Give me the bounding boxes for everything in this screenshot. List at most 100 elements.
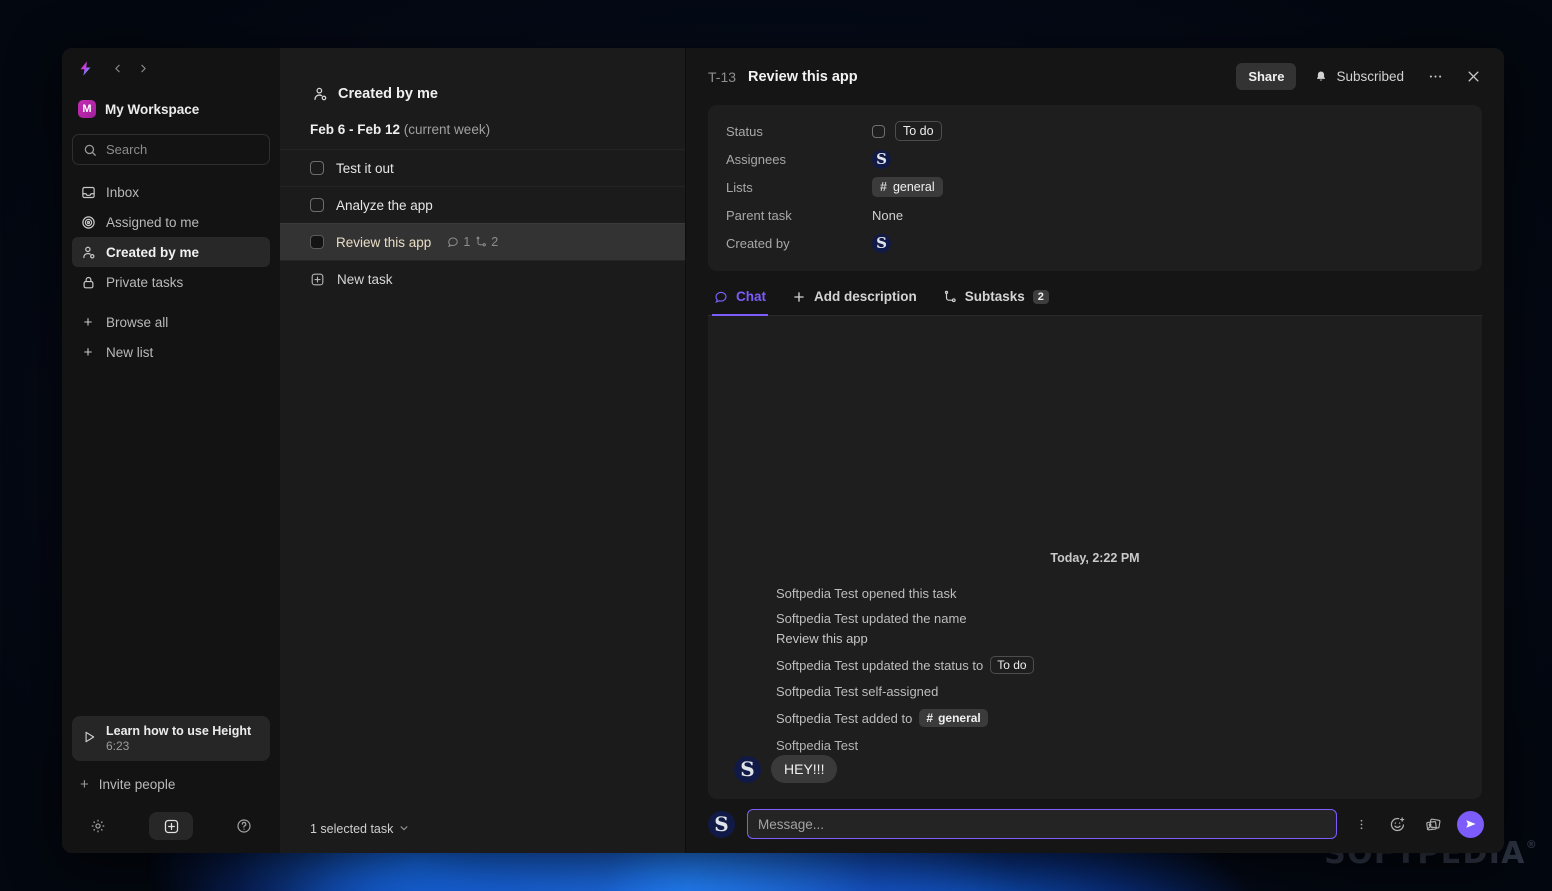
share-button[interactable]: Share <box>1236 63 1297 90</box>
event-text: Softpedia Test opened this task <box>776 586 957 601</box>
gear-icon[interactable] <box>84 812 112 840</box>
chat-message-author: Softpedia Test <box>776 738 859 753</box>
task-subtask-count: 2 <box>475 235 498 249</box>
subtasks-count-badge: 2 <box>1032 289 1049 304</box>
detail-tabs: Chat Add description Subtasks 2 <box>708 283 1482 316</box>
subscribed-button[interactable]: Subscribed <box>1308 64 1410 89</box>
sidebar: M My Workspace Search Inbox Assigned to … <box>62 48 280 853</box>
chat-bubble-icon <box>714 290 728 304</box>
sidebar-item-private-tasks[interactable]: Private tasks <box>72 267 270 297</box>
avatar[interactable]: S <box>872 149 891 169</box>
chat-feed: Today, 2:22 PM Softpedia Test opened thi… <box>708 316 1482 799</box>
workspace-badge: M <box>78 100 96 118</box>
property-label: Created by <box>726 235 790 251</box>
sidebar-item-label: New list <box>106 344 154 360</box>
chat-message: S HEY!!! <box>708 755 1482 787</box>
chat-system-event: Softpedia Test updated the name <box>708 606 1482 631</box>
image-stack-icon[interactable] <box>1421 812 1445 836</box>
chat-system-event: Softpedia Test added to # general <box>708 704 1482 732</box>
sidebar-item-assigned-to-me[interactable]: Assigned to me <box>72 207 270 237</box>
task-checkbox[interactable] <box>310 198 324 212</box>
parent-task-value: None <box>872 207 904 223</box>
sidebar-item-label: Private tasks <box>106 274 184 290</box>
tab-chat[interactable]: Chat <box>712 283 768 316</box>
invite-people-button[interactable]: + Invite people <box>72 769 270 799</box>
status-badge[interactable]: To do <box>895 121 942 141</box>
property-value: S <box>872 233 891 253</box>
plus-square-icon[interactable] <box>149 812 193 840</box>
list-badge: # general <box>919 709 988 727</box>
property-value[interactable]: None <box>872 208 903 223</box>
task-detail-header: T-13 Review this app Share Subscribed <box>686 48 1504 105</box>
list-badge[interactable]: # general <box>872 177 943 197</box>
chat-date-divider: Today, 2:22 PM <box>1050 551 1140 565</box>
sidebar-item-browse-all[interactable]: + Browse all <box>72 307 270 337</box>
ellipsis-icon[interactable] <box>1422 64 1448 90</box>
task-checkbox[interactable] <box>310 161 324 175</box>
chevron-right-icon[interactable] <box>132 57 154 79</box>
message-composer: S <box>686 799 1504 853</box>
emoji-add-icon[interactable] <box>1385 812 1409 836</box>
tab-subtasks[interactable]: Subtasks 2 <box>941 283 1051 316</box>
property-row-created-by: Created by S <box>708 229 1482 257</box>
new-task-button[interactable]: New task <box>280 260 685 297</box>
send-button[interactable] <box>1457 810 1484 838</box>
plus-icon <box>792 290 806 304</box>
chat-system-event: Softpedia Test self-assigned <box>708 679 1482 704</box>
subtask-count-value: 2 <box>491 235 499 249</box>
week-range: Feb 6 - Feb 12 <box>310 122 401 137</box>
hash-icon: # <box>926 711 934 725</box>
task-title[interactable]: Review this app <box>748 69 858 85</box>
plus-icon: + <box>80 775 89 793</box>
chat-message-bubble[interactable]: HEY!!! <box>771 755 838 783</box>
close-icon[interactable] <box>1460 64 1486 90</box>
message-input[interactable] <box>747 809 1337 839</box>
task-row[interactable]: Review this app 1 2 <box>280 223 685 260</box>
sidebar-footer <box>72 799 270 853</box>
status-checkbox[interactable] <box>872 124 885 138</box>
sidebar-item-label: Assigned to me <box>106 214 200 230</box>
search-placeholder: Search <box>106 142 148 157</box>
avatar: S <box>734 755 761 783</box>
height-app-window: M My Workspace Search Inbox Assigned to … <box>62 48 1504 853</box>
property-value[interactable]: To do <box>872 121 942 141</box>
tab-add-description[interactable]: Add description <box>790 283 919 316</box>
sidebar-item-label: Browse all <box>106 314 169 330</box>
week-note: (current week) <box>403 122 491 137</box>
plus-square-icon <box>310 272 325 287</box>
task-list-header: Created by me <box>280 48 685 110</box>
chevron-left-icon[interactable] <box>106 57 128 79</box>
sidebar-item-new-list[interactable]: + New list <box>72 337 270 367</box>
property-value[interactable]: S <box>872 149 891 169</box>
workspace-switcher[interactable]: M My Workspace <box>72 94 270 124</box>
learn-how-to-use-height-card[interactable]: Learn how to use Height 6:23 <box>72 716 270 761</box>
sidebar-item-inbox[interactable]: Inbox <box>72 177 270 207</box>
task-comment-count: 1 <box>447 235 470 249</box>
property-row-status: Status To do <box>708 117 1482 145</box>
sidebar-item-created-by-me[interactable]: Created by me <box>72 237 270 267</box>
learn-card-duration: 6:23 <box>106 739 130 753</box>
week-group-header[interactable]: Feb 6 - Feb 12 (current week) <box>280 110 685 149</box>
dots-vertical-icon[interactable] <box>1349 812 1373 836</box>
property-label: Lists <box>726 179 753 195</box>
question-circle-icon[interactable] <box>230 812 258 840</box>
task-row[interactable]: Analyze the app <box>280 186 685 223</box>
selected-task-status-bar[interactable]: 1 selected task <box>280 805 685 853</box>
tab-label: Chat <box>736 289 766 304</box>
task-checkbox[interactable] <box>310 235 324 249</box>
property-label: Status <box>726 123 763 139</box>
height-bolt-logo-icon <box>76 59 94 77</box>
task-row[interactable]: Test it out <box>280 149 685 186</box>
search-input[interactable]: Search <box>72 134 270 165</box>
property-value[interactable]: # general <box>872 177 943 197</box>
task-name: Review this app <box>336 234 432 250</box>
property-row-lists: Lists # general <box>708 173 1482 201</box>
invite-people-label: Invite people <box>98 776 176 792</box>
chevron-down-icon[interactable] <box>399 823 409 835</box>
task-id: T-13 <box>708 68 737 85</box>
learn-card-title: Learn how to use Height <box>106 724 252 738</box>
event-text: Softpedia Test updated the status to <box>776 657 984 673</box>
chat-event-subtext: Review this app <box>776 631 868 646</box>
inbox-icon <box>80 184 96 200</box>
subscribed-label: Subscribed <box>1336 69 1404 84</box>
